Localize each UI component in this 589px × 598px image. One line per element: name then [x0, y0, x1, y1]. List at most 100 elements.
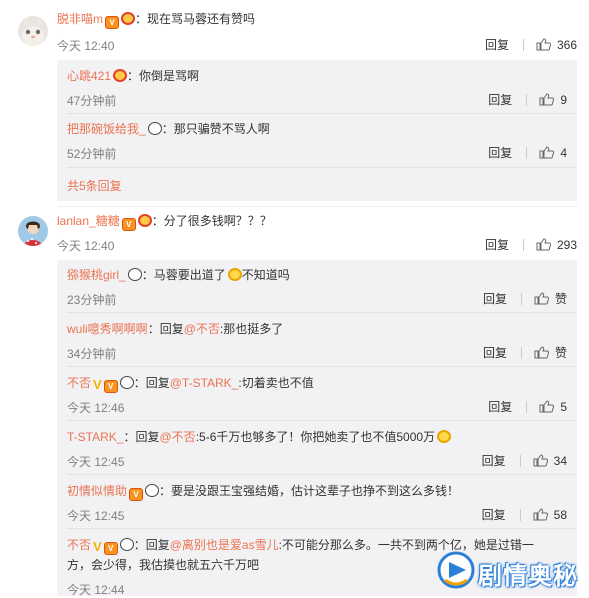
comment-line: 脱非喵m V ：现在骂马蓉还有赞吗 [57, 12, 256, 29]
reply-actions: 回复 58 [482, 506, 567, 523]
divider [526, 146, 528, 159]
thumbs-up-icon [536, 38, 551, 51]
mention-link[interactable]: @T-STARK_ [170, 376, 239, 390]
like-button[interactable]: 4 [539, 145, 567, 160]
reply-line: 猕猴桃girl_ ：马蓉要出道了 不知道吗 [67, 268, 290, 282]
comment-text: 分了很多钱啊？？？ [163, 214, 272, 228]
divider [519, 508, 521, 521]
timestamp: 今天 12:40 [57, 239, 115, 253]
username[interactable]: 初情似情助 [67, 484, 127, 498]
reply-actions: 回复 4 [488, 144, 567, 161]
like-count: 58 [553, 507, 567, 522]
username[interactable]: wuli噫秀啊啊啊 [67, 322, 148, 336]
reply-button[interactable]: 回复 [482, 506, 506, 523]
thumbs-up-icon [539, 146, 555, 159]
username[interactable]: 心跳421 [67, 69, 111, 83]
reply-item: 猕猴桃girl_ ：马蓉要出道了 不知道吗 23分钟前 回复赞 [67, 260, 567, 312]
like-button[interactable]: 5 [539, 399, 567, 414]
level-icon [121, 12, 135, 25]
panda-icon [145, 484, 160, 497]
username[interactable]: 猕猴桃girl_ [67, 268, 126, 282]
divider [526, 400, 528, 413]
thumbs-up-icon [539, 400, 555, 413]
thumbs-up-icon [534, 292, 549, 305]
timestamp: 今天 12:45 [67, 455, 125, 469]
reply-actions: 回复 赞 [483, 290, 567, 307]
reply-button[interactable]: 回复 [488, 398, 512, 415]
divider [522, 38, 524, 51]
divider [526, 93, 528, 106]
reply-item: wuli噫秀啊啊啊：回复@不否:那也挺多了 34分钟前 回复赞 [67, 313, 567, 365]
reply-text: 马蓉要出道了 [153, 268, 226, 282]
reply-text: 回复 [145, 538, 170, 552]
mention-link[interactable]: @不否 [160, 430, 196, 444]
divider [519, 454, 521, 467]
reply-button[interactable]: 回复 [483, 344, 507, 361]
watermark: 剧情奥秘 [432, 548, 580, 592]
like-count: 4 [560, 145, 567, 160]
reply-button[interactable]: 回复 [485, 36, 509, 53]
laughing-emoji-icon [227, 268, 242, 281]
reply-button[interactable]: 回复 [482, 452, 506, 469]
reply-text: 你倒是骂啊 [139, 69, 200, 83]
panda-icon [119, 376, 134, 389]
reply-list: 心跳421 ：你倒是骂啊 47分钟前 回复 9 把那碗饭给我_ ：那只骗赞不骂人啊 5… [57, 60, 577, 201]
reply-text: 不知道吗 [241, 268, 290, 282]
reply-line: T-STARK_：回复@不否:5-6千万也够多了！你把她卖了也不值5000万 [67, 429, 452, 445]
reply-text: :5-6千万也够多了！你把她卖了也不值5000万 [195, 430, 436, 444]
verified-icon: V [93, 377, 102, 392]
avatar[interactable] [18, 216, 48, 246]
reply-button[interactable]: 回复 [488, 91, 512, 108]
reply-item: 不否 V V ：回复@T-STARK_:切着卖也不值 今天 12:46 回复 5 [67, 367, 567, 419]
vip-icon: V [103, 380, 118, 393]
reply-text: 回复 [135, 430, 160, 444]
smile-emoji-icon [437, 430, 452, 443]
thumbs-up-icon [533, 454, 548, 467]
like-button[interactable]: 赞 [534, 290, 567, 307]
username[interactable]: 不否 [67, 538, 91, 552]
username[interactable]: 不否 [67, 376, 91, 390]
comment-item: lanlan_糖糖 V ：分了很多钱啊？？？ 今天 12:40 回复 293 猕猴桃g… [0, 208, 589, 597]
timestamp: 47分钟前 [67, 94, 117, 108]
username[interactable]: lanlan_糖糖 [57, 214, 120, 228]
mention-link[interactable]: @不否 [184, 322, 220, 336]
divider [520, 346, 522, 359]
reply-button[interactable]: 回复 [483, 290, 507, 307]
reply-line: wuli噫秀啊啊啊：回复@不否:那也挺多了 [67, 322, 284, 336]
comment-line: lanlan_糖糖 V ：分了很多钱啊？？？ [57, 214, 272, 231]
timestamp: 今天 12:40 [57, 39, 115, 53]
reply-button[interactable]: 回复 [488, 144, 512, 161]
like-button[interactable]: 58 [533, 507, 567, 522]
like-button[interactable]: 366 [536, 37, 577, 52]
username[interactable]: T-STARK_ [67, 430, 123, 444]
reply-item: 把那碗饭给我_ ：那只骗赞不骂人啊 52分钟前 回复 4 [67, 114, 567, 166]
vip-icon: V [103, 542, 118, 555]
username[interactable]: 脱非喵m [57, 12, 103, 26]
vip-icon: V [121, 218, 136, 231]
avatar[interactable] [18, 16, 48, 46]
like-count: 赞 [554, 346, 567, 360]
divider [520, 292, 522, 305]
panda-icon [127, 268, 142, 281]
reply-actions: 回复 5 [488, 398, 567, 415]
like-button[interactable]: 赞 [534, 344, 567, 361]
mention-link[interactable]: @离别也是爱as雪儿 [170, 538, 279, 552]
reply-actions: 回复 34 [482, 452, 567, 469]
watermark-logo-icon [437, 551, 475, 589]
reply-text: :切着卖也不值 [238, 376, 314, 390]
like-button[interactable]: 34 [533, 453, 567, 468]
username[interactable]: 把那碗饭给我_ [67, 122, 146, 136]
timestamp: 今天 12:44 [67, 583, 125, 597]
like-button[interactable]: 9 [539, 92, 567, 107]
timestamp: 23分钟前 [67, 293, 117, 307]
timestamp: 34分钟前 [67, 347, 117, 361]
reply-text: 回复 [159, 322, 184, 336]
like-count: 5 [560, 399, 567, 414]
reply-button[interactable]: 回复 [485, 236, 509, 253]
panda-icon [147, 122, 162, 135]
reply-text: 要是没跟王宝强结婚，估计这辈子也挣不到这么多钱！ [171, 484, 460, 498]
reply-actions: 回复 赞 [483, 344, 567, 361]
like-count: 34 [553, 453, 567, 468]
like-button[interactable]: 293 [536, 237, 577, 252]
more-replies-link[interactable]: 共5条回复 [67, 177, 122, 194]
